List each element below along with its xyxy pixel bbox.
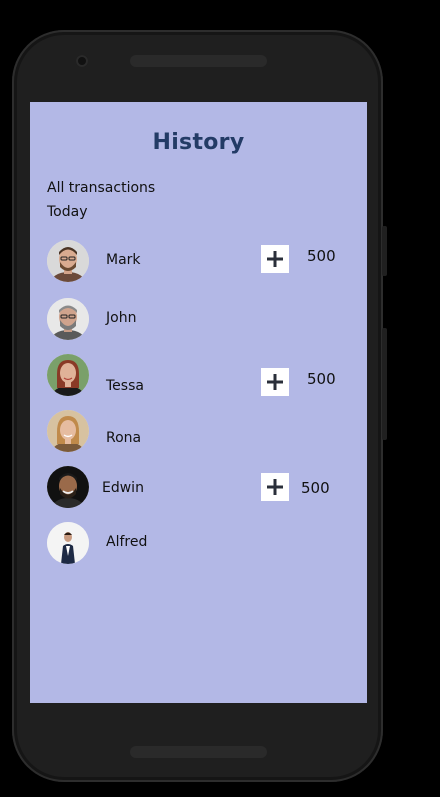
transaction-row-alfred[interactable]: Alfred [30,522,367,564]
transaction-name: Mark [106,252,141,268]
transaction-row-john[interactable]: John [30,298,367,340]
avatar-john [47,298,89,340]
transaction-amount: 500 [307,370,336,388]
transaction-amount: 500 [301,479,330,497]
transaction-amount: 500 [307,247,336,265]
plus-icon[interactable] [261,245,289,273]
avatar-rona [47,410,89,452]
transaction-row-mark[interactable]: Mark 500 [30,240,367,282]
volume-button [382,226,387,276]
transaction-name: Alfred [106,534,148,550]
subtitle-all-transactions: All transactions [47,180,156,196]
front-camera-icon [76,55,88,67]
avatar-edwin [47,466,89,508]
plus-icon[interactable] [261,473,289,501]
transaction-row-edwin[interactable]: Edwin 500 [30,466,367,508]
avatar-mark [47,240,89,282]
transaction-name: Rona [106,430,142,446]
section-header-today: Today [47,204,88,220]
transaction-name: Tessa [106,378,144,394]
page-title: History [152,130,245,155]
transaction-name: Edwin [102,480,144,496]
power-button [382,328,387,440]
transaction-row-tessa[interactable]: Tessa 500 [30,354,367,396]
app-screen: History All transactions Today Mark 500 [30,102,367,703]
avatar-tessa [47,354,89,396]
avatar-alfred [47,522,89,564]
transaction-name: John [106,310,137,326]
top-speaker [130,55,267,67]
plus-icon[interactable] [261,368,289,396]
bottom-speaker [130,746,267,758]
transaction-row-rona[interactable]: Rona [30,410,367,452]
